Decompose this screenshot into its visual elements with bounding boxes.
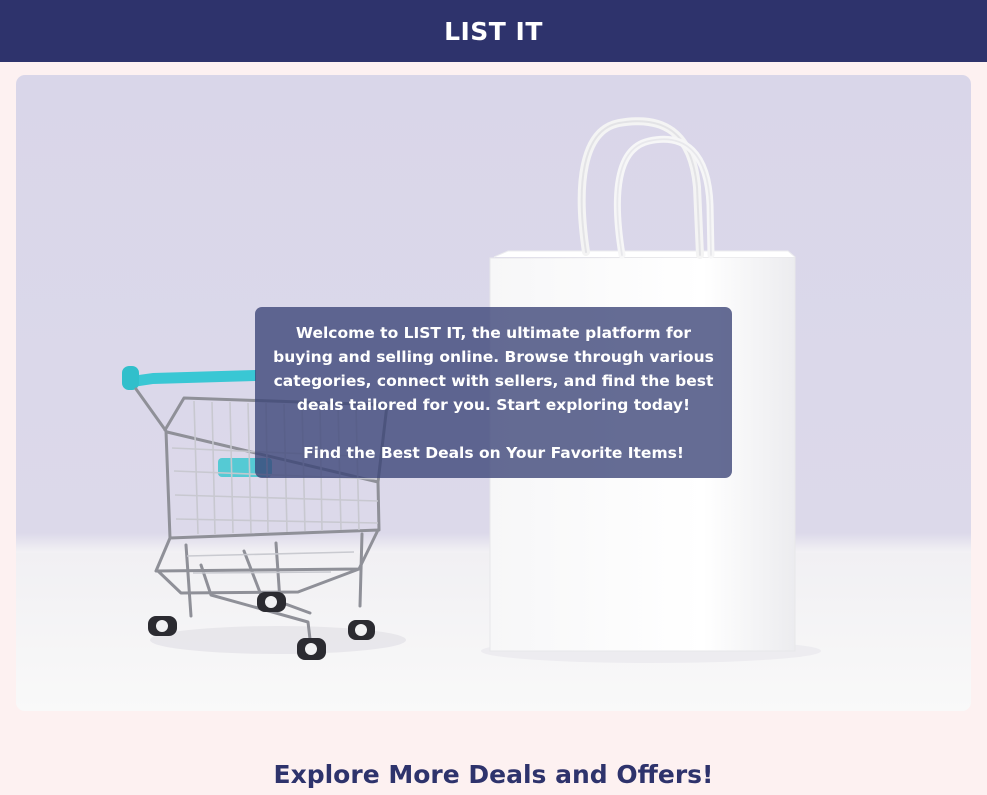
hero-banner: Welcome to LIST IT, the ultimate platfor…	[16, 75, 971, 711]
site-header: LIST IT	[0, 0, 987, 62]
section-title: Explore More Deals and Offers!	[273, 759, 714, 789]
site-logo-text[interactable]: LIST IT	[444, 19, 543, 44]
welcome-overlay-card: Welcome to LIST IT, the ultimate platfor…	[255, 307, 732, 478]
welcome-message: Welcome to LIST IT, the ultimate platfor…	[273, 324, 714, 414]
hero-tagline: Find the Best Deals on Your Favorite Ite…	[303, 444, 684, 462]
